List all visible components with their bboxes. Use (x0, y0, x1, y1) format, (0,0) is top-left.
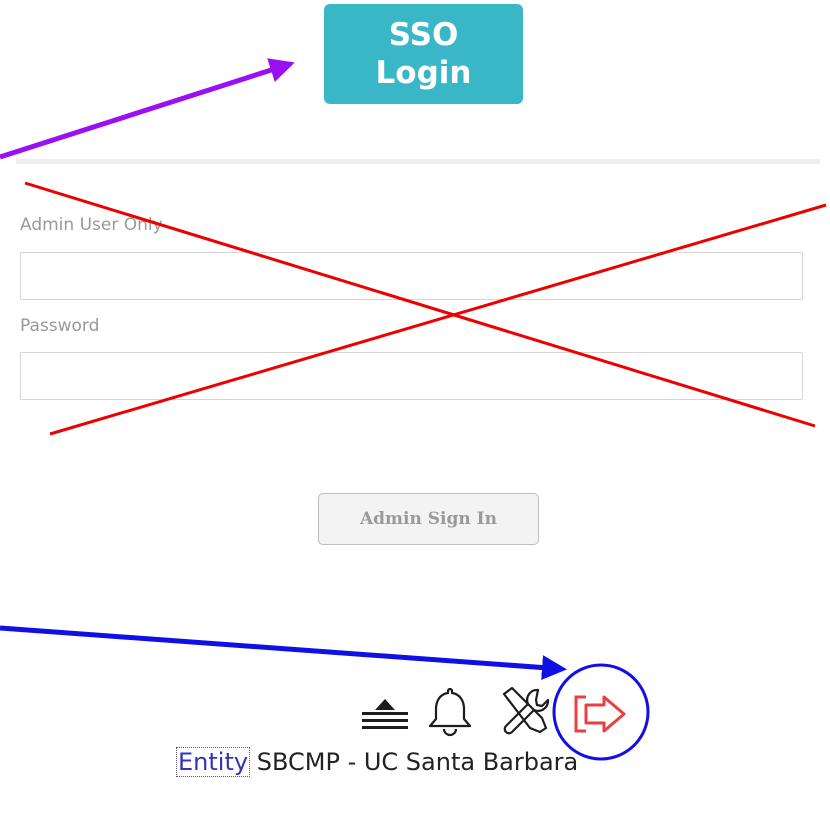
admin-sign-in-label: Admin Sign In (359, 509, 497, 529)
entity-row: Entity SBCMP - UC Santa Barbara (175, 747, 579, 777)
annotation-overlay (0, 58, 827, 761)
admin-sign-in-button[interactable]: Admin Sign In (318, 493, 539, 545)
sign-out-icon[interactable] (572, 693, 636, 735)
sso-login-button[interactable]: SSO Login (324, 4, 523, 104)
username-label: Admin User Only (20, 215, 163, 235)
blue-arrow (0, 625, 567, 681)
entity-label: Entity (175, 747, 251, 777)
bell-icon[interactable] (426, 683, 474, 741)
username-input[interactable] (20, 252, 803, 300)
sso-login-line2: Login (375, 55, 472, 91)
password-input[interactable] (20, 352, 803, 400)
password-label: Password (20, 316, 100, 336)
eject-icon[interactable] (360, 690, 410, 740)
sso-login-line1: SSO (388, 17, 459, 53)
tools-icon[interactable] (498, 684, 554, 740)
purple-arrow (0, 58, 295, 160)
entity-value: SBCMP - UC Santa Barbara (256, 748, 579, 776)
divider (16, 159, 820, 164)
